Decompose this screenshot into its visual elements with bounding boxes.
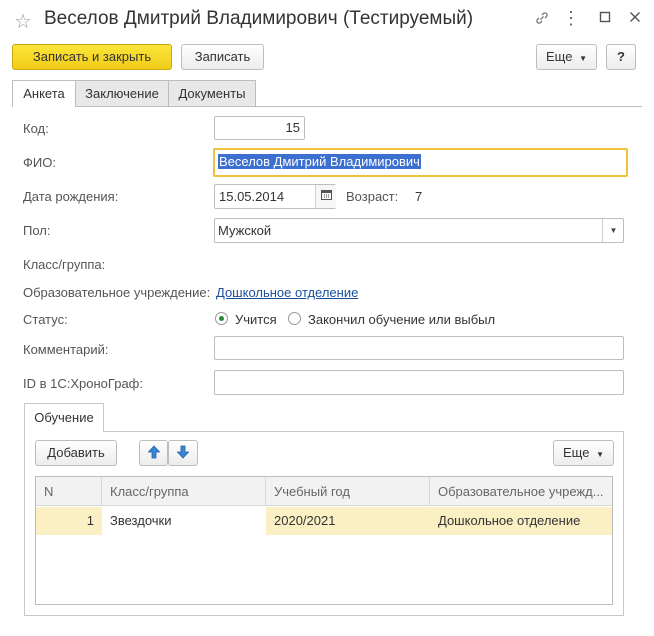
age-value: 7 <box>415 189 423 204</box>
table-row-n[interactable]: 1 <box>36 507 102 535</box>
link-icon[interactable] <box>533 10 551 28</box>
window-title: Веселов Дмитрий Владимирович (Тестируемы… <box>44 8 474 29</box>
save-button[interactable]: Записать <box>181 44 264 70</box>
age-label: Возраст: <box>346 189 399 204</box>
move-up-icon[interactable] <box>139 440 168 466</box>
dropdown-arrow-icon: ▼ <box>579 54 587 63</box>
code-label: Код: <box>23 121 49 136</box>
tab-anketa[interactable]: Анкета <box>12 80 76 107</box>
gender-value: Мужской <box>218 223 272 238</box>
fio-value: Веселов Дмитрий Владимирович <box>218 154 421 169</box>
help-button[interactable]: ? <box>606 44 636 70</box>
status-radio-studying[interactable] <box>215 312 228 325</box>
edu-label: Образовательное учреждение: <box>23 285 211 300</box>
gender-label: Пол: <box>23 223 51 238</box>
code-field[interactable]: 15 <box>214 116 305 140</box>
status-label: Статус: <box>23 312 68 327</box>
calendar-icon[interactable] <box>315 185 336 208</box>
study-more-button[interactable]: Еще ▼ <box>553 440 614 466</box>
gender-select[interactable]: Мужской <box>214 218 624 243</box>
maximize-icon[interactable] <box>596 10 614 28</box>
chronograph-id-field[interactable] <box>214 370 624 395</box>
more-actions-icon[interactable]: ⋮ <box>562 9 580 28</box>
column-header-year[interactable]: Учебный год <box>266 477 430 506</box>
column-header-class[interactable]: Класс/группа <box>102 477 266 506</box>
tab-obuchenie[interactable]: Обучение <box>24 403 104 432</box>
fio-label: ФИО: <box>23 155 56 170</box>
more-button-label: Еще <box>546 49 573 64</box>
fio-field[interactable]: Веселов Дмитрий Владимирович <box>213 148 628 177</box>
column-header-n[interactable]: N <box>36 477 102 506</box>
comment-label: Комментарий: <box>23 342 109 357</box>
chronograph-id-label: ID в 1С:ХроноГраф: <box>23 376 143 391</box>
study-table[interactable]: N Класс/группа Учебный год Образовательн… <box>35 476 613 605</box>
status-option-studying[interactable]: Учится <box>235 312 277 327</box>
status-radio-finished[interactable] <box>288 312 301 325</box>
save-and-close-button[interactable]: Записать и закрыть <box>12 44 172 70</box>
comment-field[interactable] <box>214 336 624 360</box>
table-row-org[interactable]: Дошкольное отделение <box>430 507 612 535</box>
class-label: Класс/группа: <box>23 257 106 272</box>
more-button[interactable]: Еще ▼ <box>536 44 597 70</box>
gender-dropdown-icon[interactable]: ▼ <box>602 219 624 242</box>
add-button[interactable]: Добавить <box>35 440 117 466</box>
move-down-icon[interactable] <box>168 440 198 466</box>
tab-zaklyuchenie[interactable]: Заключение <box>75 80 169 106</box>
tab-divider <box>12 106 642 107</box>
close-icon[interactable] <box>626 10 644 28</box>
study-more-label: Еще <box>563 445 590 460</box>
dropdown-arrow-icon: ▼ <box>596 450 604 459</box>
birth-date-label: Дата рождения: <box>23 189 119 204</box>
status-option-finished[interactable]: Закончил обучение или выбыл <box>308 312 495 327</box>
birth-date-value: 15.05.2014 <box>219 189 285 204</box>
table-row-year[interactable]: 2020/2021 <box>266 507 430 535</box>
tab-dokumenty[interactable]: Документы <box>168 80 256 106</box>
edu-link[interactable]: Дошкольное отделение <box>216 285 358 300</box>
favorite-star-icon[interactable]: ☆ <box>14 9 32 34</box>
table-row-class[interactable]: Звездочки <box>102 507 266 535</box>
column-header-org[interactable]: Образовательное учрежд... <box>430 477 612 506</box>
